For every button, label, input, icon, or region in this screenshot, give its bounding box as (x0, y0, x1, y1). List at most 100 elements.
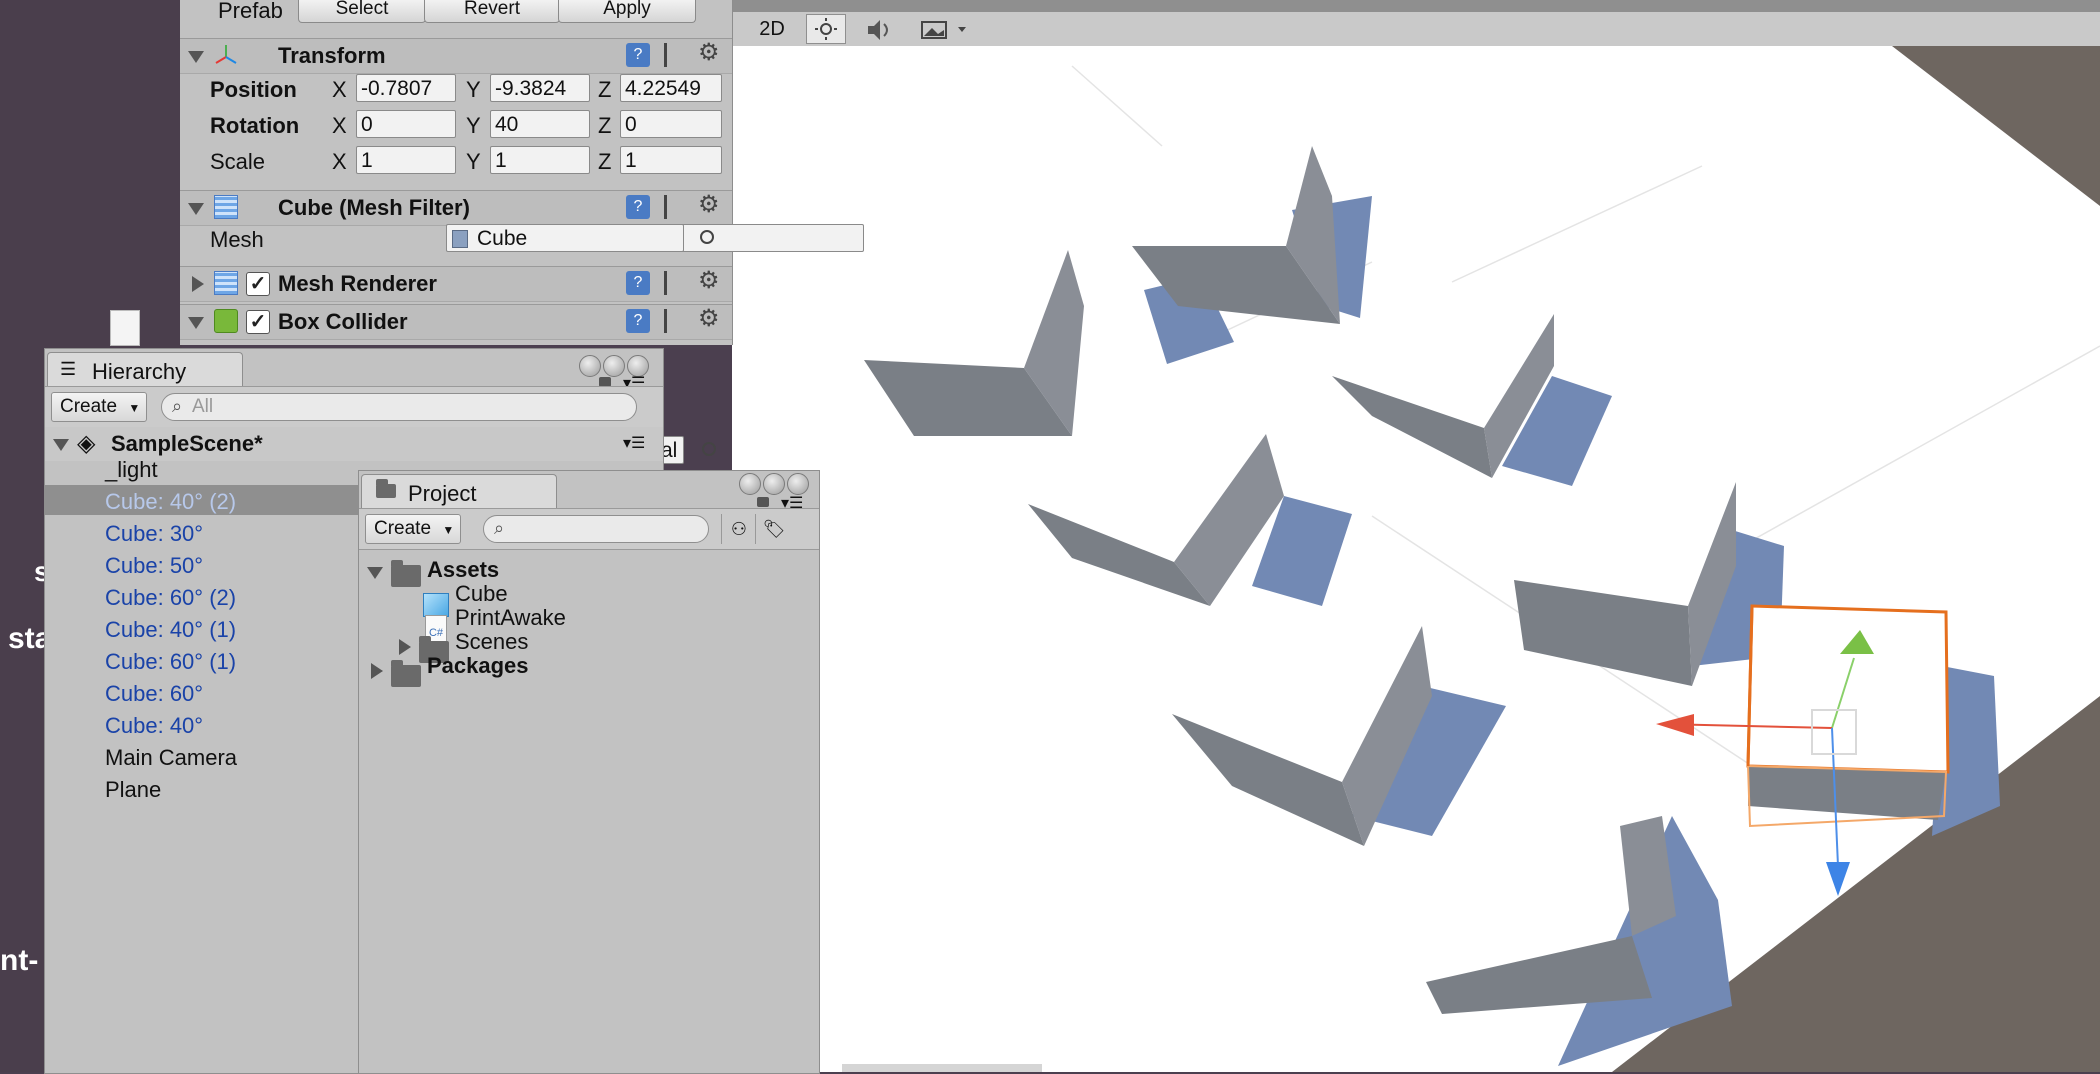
list-item[interactable]: Cube: 60° (1) (105, 649, 236, 675)
collapse-arrow-icon[interactable] (53, 439, 69, 451)
list-item[interactable]: _light (105, 457, 158, 483)
list-item[interactable]: Cube: 40° (105, 713, 203, 739)
packages-folder[interactable]: Packages (427, 653, 529, 679)
project-tab[interactable]: Project (361, 474, 557, 509)
project-search-input[interactable]: ⌕ (483, 515, 709, 543)
expand-arrow-icon[interactable] (399, 639, 411, 655)
hierarchy-tab[interactable]: ☰ Hierarchy (47, 352, 243, 387)
prefab-apply-button[interactable]: Apply (558, 0, 696, 23)
position-y-field[interactable]: -9.3824 (490, 74, 590, 102)
gear-icon[interactable]: ⚙ (698, 307, 722, 331)
audio-toggle-button[interactable] (862, 16, 898, 44)
cube-object[interactable] (1332, 314, 1612, 486)
collapse-arrow-icon[interactable] (188, 51, 204, 63)
mesh-value-field[interactable]: Cube (446, 224, 684, 252)
lock-icon[interactable] (757, 497, 769, 507)
z-axis-handle[interactable] (1826, 862, 1850, 896)
scale-z-field[interactable]: 1 (620, 146, 722, 174)
preset-icon[interactable] (664, 309, 688, 333)
box-collider-title: Box Collider (278, 309, 408, 334)
preset-icon[interactable] (664, 271, 688, 295)
list-item[interactable]: Cube: 60° (2) (105, 585, 236, 611)
help-icon[interactable]: ? (626, 309, 650, 333)
box-collider-header[interactable]: ✓ Box Collider ? ⚙ (180, 304, 732, 340)
list-item[interactable]: Cube: 50° (105, 553, 203, 579)
scene-scrollbar[interactable] (842, 1064, 1042, 1072)
filter-by-type-icon[interactable]: ⚇ (721, 514, 756, 544)
position-z-field[interactable]: 4.22549 (620, 74, 722, 102)
help-icon[interactable]: ? (626, 43, 650, 67)
gear-icon[interactable]: ⚙ (698, 41, 722, 65)
rotation-z-field[interactable]: 0 (620, 110, 722, 138)
collapse-arrow-icon[interactable] (367, 567, 383, 579)
window-close-button[interactable] (739, 473, 761, 495)
box-collider-enabled-checkbox[interactable]: ✓ (246, 310, 270, 334)
list-item[interactable]: Main Camera (105, 745, 237, 771)
window-minimize-button[interactable] (763, 473, 785, 495)
gear-icon[interactable]: ⚙ (698, 269, 722, 293)
help-icon[interactable]: ? (626, 271, 650, 295)
cube-object[interactable] (1172, 626, 1506, 846)
axis-z-label[interactable]: Z (598, 113, 611, 139)
lighting-toggle-button[interactable] (806, 14, 846, 44)
mesh-renderer-header[interactable]: ✓ Mesh Renderer ? ⚙ (180, 266, 732, 302)
collapse-arrow-icon[interactable] (188, 203, 204, 215)
preset-icon[interactable] (664, 195, 688, 219)
window-close-button[interactable] (579, 355, 601, 377)
effects-dropdown-button[interactable] (918, 16, 974, 44)
list-item[interactable]: Cube: 30° (105, 521, 203, 547)
project-create-button[interactable]: Create ▼ (365, 514, 461, 544)
cube-asset[interactable]: Cube (455, 581, 508, 607)
scene-view[interactable] (732, 46, 2100, 1072)
transform-header[interactable]: Transform ? ⚙ (180, 38, 732, 74)
window-minimize-button[interactable] (603, 355, 625, 377)
list-item[interactable]: Cube: 60° (105, 681, 203, 707)
list-item[interactable]: Cube: 40° (1) (105, 617, 236, 643)
expand-arrow-icon[interactable] (371, 663, 383, 679)
scene-canvas[interactable] (732, 46, 2100, 1072)
list-item[interactable]: Plane (105, 777, 161, 803)
rotation-y-field[interactable]: 40 (490, 110, 590, 138)
scene-header-row[interactable]: ◈ SampleScene* ▾☰ (45, 427, 663, 461)
filter-by-label-icon[interactable]: 🏷 (755, 514, 792, 544)
printawake-script[interactable]: PrintAwake (455, 605, 566, 631)
axis-y-label[interactable]: Y (466, 149, 481, 175)
scenes-folder[interactable]: Scenes (455, 629, 528, 655)
project-panel: Project ▾☰ Create ▼ ⌕ ⚇ 🏷 Assets Cube C#… (358, 470, 820, 1074)
prefab-select-button[interactable]: Select (298, 0, 426, 23)
axis-x-label[interactable]: X (332, 113, 347, 139)
gear-icon[interactable]: ⚙ (698, 193, 722, 217)
prefab-revert-button[interactable]: Revert (424, 0, 560, 23)
axis-y-label[interactable]: Y (466, 113, 481, 139)
scale-y-field[interactable]: 1 (490, 146, 590, 174)
desktop-file-icon[interactable] (110, 310, 140, 346)
selected-cube[interactable] (1746, 604, 2000, 836)
preset-icon[interactable] (664, 43, 688, 67)
hierarchy-search-input[interactable]: ⌕ All (161, 393, 637, 421)
collapse-arrow-icon[interactable] (188, 317, 204, 329)
list-item[interactable]: Cube: 40° (2) (105, 489, 236, 515)
cube-object[interactable] (1514, 482, 1784, 686)
axis-z-label[interactable]: Z (598, 149, 611, 175)
rotation-x-field[interactable]: 0 (356, 110, 456, 138)
mode-2d-button[interactable]: 2D (752, 14, 792, 44)
assets-folder[interactable]: Assets (427, 557, 499, 583)
x-axis-handle[interactable] (1656, 714, 1694, 736)
hierarchy-create-button[interactable]: Create ▼ (51, 392, 147, 422)
axis-x-label[interactable]: X (332, 149, 347, 175)
help-icon[interactable]: ? (626, 195, 650, 219)
axis-x-label[interactable]: X (332, 77, 347, 103)
mesh-renderer-enabled-checkbox[interactable]: ✓ (246, 272, 270, 296)
position-x-field[interactable]: -0.7807 (356, 74, 456, 102)
window-maximize-button[interactable] (787, 473, 809, 495)
scale-x-field[interactable]: 1 (356, 146, 456, 174)
axis-y-label[interactable]: Y (466, 77, 481, 103)
image-icon (921, 21, 966, 39)
object-picker-icon[interactable] (700, 230, 714, 244)
object-picker-icon[interactable] (702, 442, 716, 456)
cube-object[interactable] (1028, 434, 1352, 606)
expand-arrow-icon[interactable] (192, 276, 204, 292)
scene-menu-icon[interactable]: ▾☰ (623, 433, 645, 453)
axis-z-label[interactable]: Z (598, 77, 611, 103)
mesh-filter-header[interactable]: Cube (Mesh Filter) ? ⚙ (180, 190, 732, 226)
